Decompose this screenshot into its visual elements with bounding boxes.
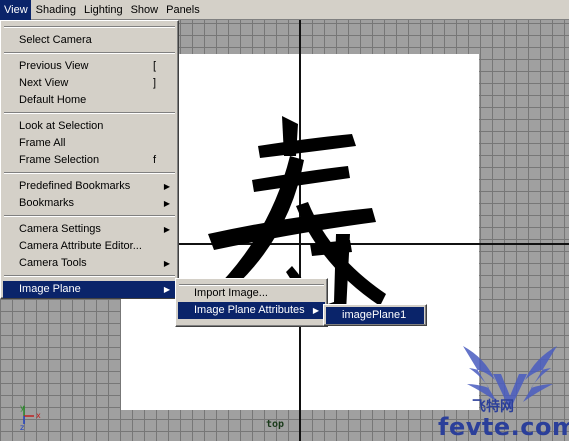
menu-item-label: Import Image... [194, 287, 268, 299]
axis-y-label: y [20, 403, 25, 412]
submenu-arrow-icon: ▶ [163, 182, 170, 191]
image-plane-submenu: Import Image... Image Plane Attributes ▶ [175, 278, 328, 327]
menu-item-label: Frame Selection [19, 154, 100, 166]
menu-item-label: Select Camera [19, 34, 92, 46]
menu-item-bookmarks[interactable]: Bookmarks ▶ [3, 195, 176, 212]
menu-bar: View Shading Lighting Show Panels [0, 0, 569, 20]
submenu-arrow-icon: ▶ [163, 225, 170, 234]
camera-name-label: top [266, 419, 285, 430]
submenu-arrow-icon: ▶ [312, 306, 319, 315]
menu-item-camera-tools[interactable]: Camera Tools ▶ [3, 255, 176, 272]
menu-item-label: Look at Selection [19, 120, 104, 132]
menu-lighting[interactable]: Lighting [80, 0, 126, 20]
menu-item-next-view[interactable]: Next View] [3, 75, 176, 92]
axis-z-label: z [20, 423, 24, 432]
menu-separator [3, 169, 176, 178]
menu-item-select-camera[interactable]: Select Camera [3, 32, 176, 49]
axis-x-label: x [36, 411, 41, 420]
menu-item-camera-attribute-editor[interactable]: Camera Attribute Editor... [3, 238, 176, 255]
menu-item-label: Previous View [19, 60, 89, 72]
watermark-url-text: fevte.com [438, 413, 569, 441]
submenu-arrow-icon: ▶ [163, 285, 170, 294]
submenu-arrow-icon: ▶ [163, 199, 170, 208]
menu-item-label: Predefined Bookmarks [19, 180, 131, 192]
menu-view[interactable]: View [0, 0, 31, 20]
submenu-arrow-icon: ▶ [163, 259, 170, 268]
menu-item-label: Default Home [19, 94, 87, 106]
menu-item-import-image[interactable]: Import Image... [178, 285, 325, 302]
menu-item-label: imagePlane1 [342, 309, 407, 321]
menu-item-default-home[interactable]: Default Home [3, 92, 176, 109]
menu-separator [3, 272, 176, 281]
menu-item-frame-selection[interactable]: Frame Selection f [3, 152, 176, 169]
menu-item-camera-settings[interactable]: Camera Settings ▶ [3, 221, 176, 238]
menu-item-label: Image Plane [19, 283, 81, 295]
axis-gizmo-icon: y x z [20, 403, 41, 432]
view-dropdown-menu: Select Camera Previous View[ Next View] … [0, 20, 179, 299]
menu-separator [3, 212, 176, 221]
menu-item-label: Camera Tools [19, 257, 87, 269]
menu-item-label: Next View [19, 77, 69, 89]
menu-item-imageplane1[interactable]: imagePlane1 [326, 307, 424, 324]
menu-show[interactable]: Show [127, 0, 162, 20]
menu-item-frame-all[interactable]: Frame All [3, 135, 176, 152]
menu-item-image-plane[interactable]: Image Plane ▶ [3, 281, 176, 298]
menu-shading[interactable]: Shading [32, 0, 79, 20]
menu-panels[interactable]: Panels [162, 0, 203, 20]
menu-item-look-at-selection[interactable]: Look at Selection [3, 118, 176, 135]
menu-separator [3, 49, 176, 58]
menu-item-label: Camera Attribute Editor... [19, 240, 142, 252]
menu-item-image-plane-attributes[interactable]: Image Plane Attributes ▶ [178, 302, 325, 319]
menu-item-predefined-bookmarks[interactable]: Predefined Bookmarks ▶ [3, 178, 176, 195]
menu-item-label: Camera Settings [19, 223, 101, 235]
menu-separator [3, 23, 176, 32]
shortcut-label: [ [152, 60, 156, 72]
menu-item-previous-view[interactable]: Previous View [ [3, 58, 176, 75]
shortcut-label: f [152, 154, 156, 166]
menu-separator [3, 109, 176, 118]
menu-item-label: Bookmarks [19, 197, 75, 209]
menu-item-label: Image Plane Attributes [194, 304, 305, 316]
image-plane-attributes-submenu: imagePlane1 [323, 304, 427, 326]
shortcut-label: ] [152, 77, 156, 89]
menu-item-label: Frame All [19, 137, 66, 149]
